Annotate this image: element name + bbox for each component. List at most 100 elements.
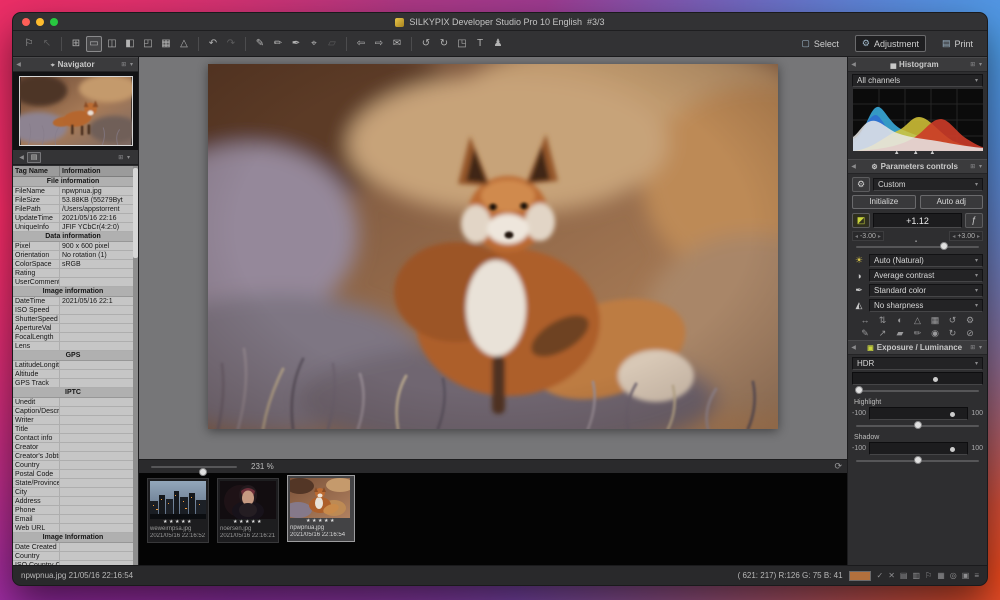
highlight-value-box[interactable] [869,407,968,420]
auto-adjust-button[interactable]: Auto adj [920,195,984,209]
reject-icon[interactable]: ✕ [888,571,895,580]
hdr-select[interactable]: HDR ▾ [852,357,983,370]
table-view-icon[interactable]: ▦ [158,36,174,52]
hdr-value-box[interactable] [852,372,983,385]
adjustment-mode-button[interactable]: ⚙ Adjustment [855,35,926,52]
layers-icon[interactable]: ▣ [962,571,970,580]
filmstrip-thumb-fox-selected[interactable]: ★★★★★ npwpnua.jpg 2021/05/16 22:16:54 [287,475,355,542]
navigator-preview[interactable] [13,72,138,150]
flag-icon[interactable]: ⚐ [925,571,932,580]
eraser-tool-icon[interactable]: ▱ [324,36,340,52]
sharpness-select[interactable]: No sharpness▾ [869,299,983,312]
rotate-left-icon[interactable]: ↺ [418,36,434,52]
retouch-pen-icon[interactable]: ✎ [252,36,268,52]
collapse-exposure-icon[interactable]: ◀ [848,344,859,351]
contrast-select[interactable]: Average contrast▾ [869,269,983,282]
print-button[interactable]: ▤ Print [936,36,979,51]
initialize-button[interactable]: Initialize [852,195,916,209]
tool-icon[interactable]: ◉ [928,328,942,339]
taste-preset-select[interactable]: Custom ▾ [873,178,983,191]
split-view-icon[interactable]: ◧ [122,36,138,52]
tool-icon[interactable]: ↻ [946,328,960,339]
exposure-min[interactable]: ◂ -3.00 ▸ [852,231,884,241]
tool-icon[interactable]: ⚙ [963,315,977,326]
channel-select[interactable]: All channels ▾ [852,74,983,87]
cursor-tool-icon[interactable]: ↖ [39,36,55,52]
highlight-slider-handle[interactable] [914,421,922,429]
tool-icon[interactable]: ✎ [858,328,872,339]
rotate-right-icon[interactable]: ↻ [436,36,452,52]
compare-view-icon[interactable]: ◫ [104,36,120,52]
rating-stars[interactable]: ★★★★★ [150,519,206,526]
fullscreen-view-icon[interactable]: ◰ [140,36,156,52]
rating-stars[interactable]: ★★★★★ [290,518,352,525]
warning-view-icon[interactable]: △ [176,36,192,52]
main-photo-fox[interactable] [208,64,778,429]
color-mode-select[interactable]: Standard color▾ [869,284,983,297]
tool-icon[interactable]: ◐ [893,315,907,326]
tool-icon[interactable]: ✏ [911,328,925,339]
tool-icon[interactable]: △ [911,315,925,326]
brush-pen-icon[interactable]: ✒ [288,36,304,52]
auto-exposure-icon[interactable]: ƒ [965,213,983,228]
histogram-panel-controls[interactable]: ⊞ ▾ [970,61,987,68]
paste-params-icon[interactable]: ▥ [912,571,920,580]
redo-icon[interactable]: ↷ [223,36,239,52]
exif-tab-button[interactable]: ▤ [27,152,41,163]
tool-icon[interactable]: ↺ [946,315,960,326]
collapse-parameters-icon[interactable]: ◀ [848,163,859,170]
target-icon[interactable]: ◎ [950,571,957,580]
hdr-slider-handle[interactable] [855,386,863,394]
menu-icon[interactable]: ≡ [974,571,979,580]
exposure-panel-controls[interactable]: ⊞ ▾ [970,344,987,351]
highlight-slider[interactable] [852,420,983,431]
collapse-properties-icon[interactable]: ◀ [16,154,27,161]
confirm-icon[interactable]: ✓ [877,571,884,580]
metadata-scrollbar[interactable] [133,166,138,565]
single-view-icon[interactable]: ▭ [86,36,102,52]
black-point-marker[interactable]: ▲ [894,150,900,156]
tool-icon[interactable]: ▦ [928,315,942,326]
exposure-bias-icon[interactable]: ◩ [852,213,870,228]
scrollbar-thumb[interactable] [133,168,138,258]
image-canvas[interactable] [139,57,847,459]
undo-icon[interactable]: ↶ [205,36,221,52]
grid-icon[interactable]: ▦ [937,571,945,580]
parameters-panel-controls[interactable]: ⊞ ▾ [970,163,987,170]
zoom-slider[interactable] [151,466,237,468]
exposure-slider-handle[interactable] [940,242,948,250]
mail-icon[interactable]: ✉ [389,36,405,52]
next-image-icon[interactable]: ⇨ [371,36,387,52]
tool-icon[interactable]: ⇅ [876,315,890,326]
mid-point-marker[interactable]: ▲ [913,150,919,156]
tool-icon[interactable]: ↗ [876,328,890,339]
exposure-value-box[interactable]: +1.12 [873,213,962,228]
marquee-tool-icon[interactable]: ⌖ [306,36,322,52]
taste-gear-icon[interactable]: ⚙ [852,177,870,192]
shadow-slider[interactable] [852,455,983,466]
shadow-slider-handle[interactable] [914,456,922,464]
pan-tool-icon[interactable]: ⚐ [21,36,37,52]
refresh-preview-icon[interactable]: ⟳ [834,461,842,472]
crop-tool-icon[interactable]: ◳ [454,36,470,52]
filmstrip-thumb-city[interactable]: ★★★★★ weweirnpsa.jpg 2021/05/16 22:16:52 [147,478,209,543]
zoom-slider-handle[interactable] [199,468,207,476]
copy-params-icon[interactable]: ▤ [900,571,908,580]
hdr-slider[interactable] [852,385,983,396]
exposure-max[interactable]: ◂ +3.00 ▸ [949,231,983,241]
prev-image-icon[interactable]: ⇦ [353,36,369,52]
grid-view-icon[interactable]: ⊞ [68,36,84,52]
shadow-value-box[interactable] [869,442,968,455]
people-tag-icon[interactable]: ♟ [490,36,506,52]
collapse-left-icon[interactable]: ◀ [13,61,24,68]
filmstrip-thumb-portrait[interactable]: ★★★★★ noersen.jpg 2021/05/16 22:16:21 [217,478,279,543]
white-balance-select[interactable]: Auto (Natural)▾ [869,254,983,267]
text-tool-icon[interactable]: T [472,36,488,52]
select-mode-button[interactable]: ▢ Select [795,36,845,51]
navigator-panel-controls[interactable]: ⊞ ▾ [121,61,138,68]
spotting-pen-icon[interactable]: ✏ [270,36,286,52]
collapse-histogram-icon[interactable]: ◀ [848,61,859,68]
properties-panel-controls[interactable]: ⊞ ▾ [118,154,135,161]
white-point-marker[interactable]: ▲ [929,150,935,156]
rating-stars[interactable]: ★★★★★ [220,519,276,526]
